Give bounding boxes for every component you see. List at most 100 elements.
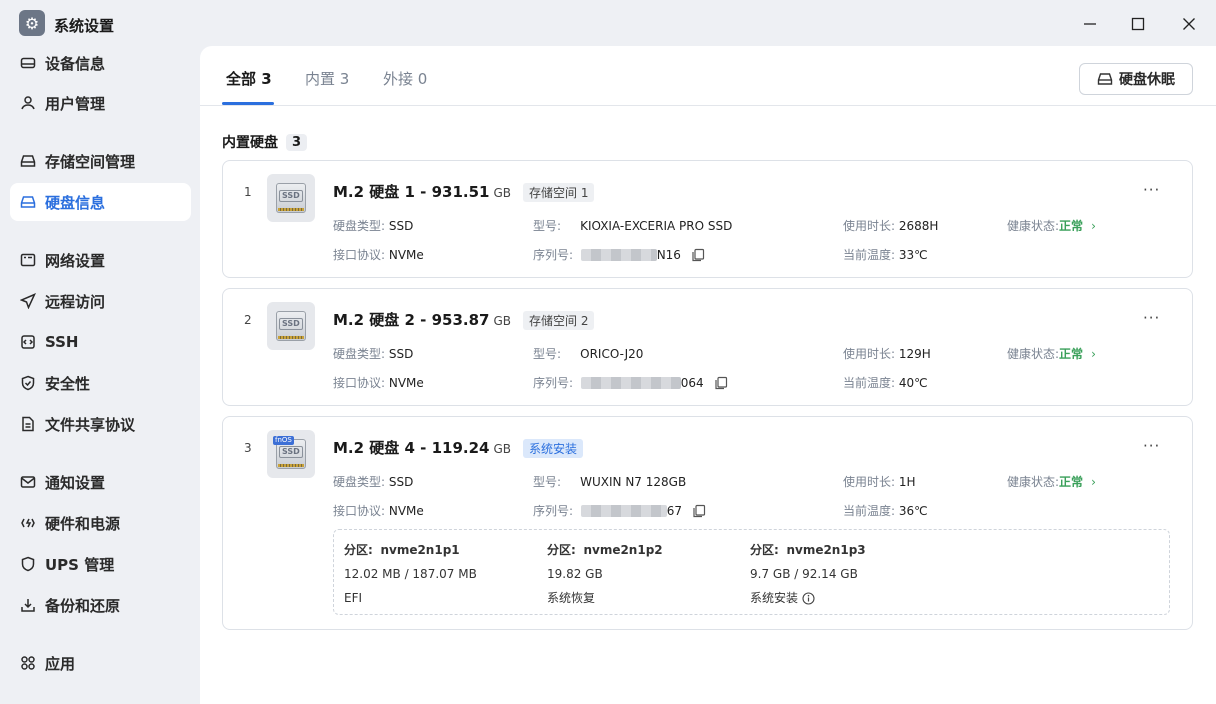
active-tab-indicator	[222, 102, 274, 105]
sidebar-item-label: 应用	[45, 654, 76, 673]
disk-type-field: 硬盘类型: SSD	[333, 346, 414, 362]
disk-index: 2	[244, 313, 252, 327]
disk-icon	[1097, 73, 1113, 85]
disk-unit: GB	[493, 442, 512, 456]
storage-icon	[19, 152, 37, 170]
disk-serial-field: 序列号: 064	[533, 374, 728, 391]
sidebar-item-user-management[interactable]: 用户管理	[10, 84, 191, 122]
device-icon	[19, 54, 37, 72]
sidebar-item-label: 存储空间管理	[45, 152, 136, 171]
terminal-icon	[19, 333, 37, 351]
partition-desc: 系统安装	[750, 591, 799, 605]
minimize-icon	[1084, 23, 1096, 25]
shield-icon	[19, 374, 37, 392]
minimize-button[interactable]	[1078, 12, 1102, 36]
ssd-icon: SSD fnOS	[267, 430, 315, 478]
disk-type-field: 硬盘类型: SSD	[333, 218, 414, 234]
temperature-field: 当前温度: 33℃	[843, 247, 928, 263]
partition-size: 12.02 MB / 187.07 MB	[344, 567, 477, 581]
tab-all[interactable]: 全部 3	[226, 68, 272, 89]
disk-index: 3	[244, 441, 252, 455]
tab-external[interactable]: 外接 0	[383, 68, 427, 89]
usage-hours-field: 使用时长: 2688H	[843, 218, 939, 234]
serial-redacted	[580, 248, 657, 261]
chevron-right-icon: ›	[1091, 218, 1096, 233]
title-bar: ⚙ 系统设置	[0, 0, 1216, 46]
disk-card: 1 SSD M.2 硬盘 1 - 931.51 GB 存储空间 1 ··· 硬盘…	[222, 160, 1193, 278]
sidebar-item-backup[interactable]: 备份和还原	[10, 586, 191, 624]
disk-unit: GB	[493, 186, 512, 200]
ssd-icon: SSD	[267, 174, 315, 222]
sidebar-item-label: 远程访问	[45, 292, 106, 311]
disk-type-field: 硬盘类型: SSD	[333, 474, 414, 490]
sidebar-item-security[interactable]: 安全性	[10, 364, 191, 402]
sidebar-item-hardware-power[interactable]: 硬件和电源	[10, 504, 191, 542]
apps-icon	[19, 654, 37, 672]
sidebar-item-label: 用户管理	[45, 94, 106, 113]
ssd-icon: SSD	[267, 302, 315, 350]
section-title: 内置硬盘 3	[222, 132, 308, 152]
sidebar-item-device-info[interactable]: 设备信息	[10, 44, 191, 82]
health-status-field[interactable]: 健康状态: 正常 ›	[1007, 473, 1096, 490]
user-icon	[19, 94, 37, 112]
copy-icon[interactable]	[692, 504, 706, 518]
partition-size: 19.82 GB	[547, 567, 603, 581]
sidebar-item-label: 硬件和电源	[45, 514, 121, 533]
disk-serial-field: 序列号: 67	[533, 502, 706, 519]
copy-icon[interactable]	[691, 248, 705, 262]
tab-internal[interactable]: 内置 3	[305, 68, 349, 89]
sidebar-item-ssh[interactable]: SSH	[10, 323, 191, 361]
disk-name: M.2 硬盘 4 - 119.24	[333, 439, 490, 457]
copy-icon[interactable]	[714, 376, 728, 390]
sidebar-item-notifications[interactable]: 通知设置	[10, 463, 191, 501]
sidebar-item-file-sharing[interactable]: 文件共享协议	[10, 405, 191, 443]
info-icon[interactable]	[802, 592, 815, 605]
chevron-right-icon: ›	[1091, 474, 1096, 489]
disk-model-field: 型号: KIOXIA-EXCERIA PRO SSD	[533, 218, 733, 234]
partition-box: 分区: nvme2n1p1 12.02 MB / 187.07 MB EFI 分…	[333, 529, 1170, 615]
health-status-field[interactable]: 健康状态: 正常 ›	[1007, 217, 1096, 234]
close-icon	[1183, 18, 1195, 30]
disk-sleep-button[interactable]: 硬盘休眠	[1079, 63, 1193, 95]
partition-size: 9.7 GB / 92.14 GB	[750, 567, 858, 581]
disk-model-field: 型号: WUXIN N7 128GB	[533, 474, 687, 490]
sidebar-item-remote-access[interactable]: 远程访问	[10, 282, 191, 320]
maximize-button[interactable]	[1126, 12, 1150, 36]
more-options-button[interactable]: ···	[1143, 309, 1160, 327]
sidebar-item-label: 文件共享协议	[45, 415, 136, 434]
sidebar-item-label: 硬盘信息	[45, 193, 106, 212]
network-icon	[19, 251, 37, 269]
more-options-button[interactable]: ···	[1143, 181, 1160, 199]
window-title: 系统设置	[54, 17, 115, 35]
sidebar-item-label: 安全性	[45, 374, 91, 393]
document-icon	[19, 415, 37, 433]
sidebar-item-storage-management[interactable]: 存储空间管理	[10, 142, 191, 180]
storage-space-tag: 存储空间 2	[523, 311, 595, 330]
sidebar-item-ups[interactable]: UPS 管理	[10, 545, 191, 583]
fnos-badge: fnOS	[273, 436, 294, 445]
sidebar-item-label: 通知设置	[45, 473, 106, 492]
system-install-tag: 系统安装	[523, 439, 584, 458]
close-button[interactable]	[1177, 12, 1201, 36]
sidebar: 设备信息 用户管理 存储空间管理 硬盘信息 网络设置 远程访问 SSH 安全性 …	[0, 46, 200, 704]
section-count-badge: 3	[286, 133, 308, 151]
partition-item: 分区: nvme2n1p3 9.7 GB / 92.14 GB 系统安装	[750, 543, 866, 605]
settings-app-icon: ⚙	[19, 10, 45, 36]
disk-icon	[19, 193, 37, 211]
usage-hours-field: 使用时长: 1H	[843, 474, 916, 490]
health-status-field[interactable]: 健康状态: 正常 ›	[1007, 345, 1096, 362]
mail-icon	[19, 473, 37, 491]
disk-protocol-field: 接口协议: NVMe	[333, 503, 424, 519]
sidebar-item-label: 网络设置	[45, 251, 106, 270]
sidebar-item-label: 备份和还原	[45, 596, 121, 615]
disk-title: M.2 硬盘 2 - 953.87 GB 存储空间 2	[333, 309, 595, 330]
more-options-button[interactable]: ···	[1143, 437, 1160, 455]
sidebar-item-disk-info[interactable]: 硬盘信息	[10, 183, 191, 221]
partition-item: 分区: nvme2n1p1 12.02 MB / 187.07 MB EFI	[344, 543, 477, 605]
disk-protocol-field: 接口协议: NVMe	[333, 247, 424, 263]
sidebar-item-network[interactable]: 网络设置	[10, 241, 191, 279]
sidebar-item-label: 设备信息	[45, 54, 106, 73]
maximize-icon	[1131, 17, 1145, 31]
serial-redacted	[580, 504, 667, 517]
sidebar-item-apps[interactable]: 应用	[10, 644, 191, 682]
